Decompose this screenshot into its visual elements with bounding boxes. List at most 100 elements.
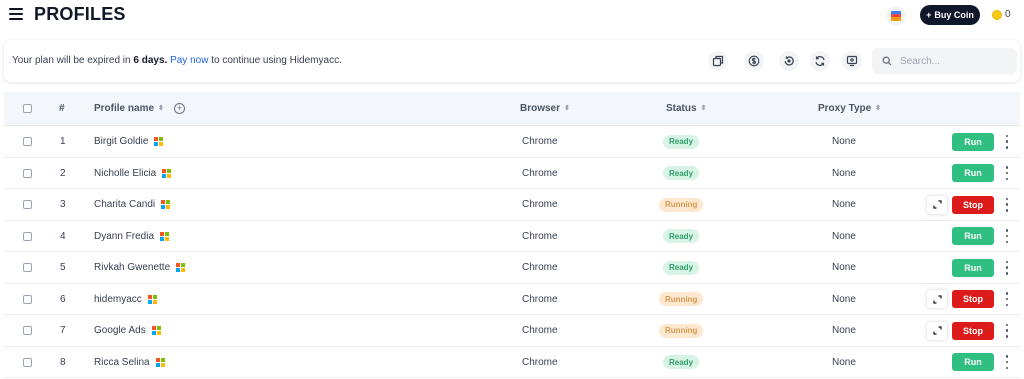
- stop-button[interactable]: Stop: [952, 189, 994, 220]
- table-row[interactable]: 4 Dyann Fredia Chrome Ready None Run: [4, 221, 1020, 252]
- search-box[interactable]: [872, 48, 1017, 74]
- status-badge: Ready: [663, 355, 700, 369]
- profile-name-cell[interactable]: Rivkah Gwenette: [94, 252, 186, 283]
- column-browser[interactable]: Browser ⬍: [520, 103, 570, 114]
- more-options-icon[interactable]: [1004, 221, 1010, 252]
- expand-icon: [932, 294, 942, 304]
- buy-coin-button[interactable]: + Buy Coin: [920, 5, 980, 25]
- profile-name-cell[interactable]: hidemyacc: [94, 284, 157, 315]
- more-options-icon[interactable]: [1004, 347, 1010, 378]
- table-row[interactable]: 8 Ricca Selina Chrome Ready None Run: [4, 347, 1020, 378]
- restore-icon[interactable]: [779, 51, 799, 71]
- expand-icon: [932, 326, 942, 335]
- action-label: Stop: [952, 290, 994, 308]
- row-checkbox[interactable]: [23, 315, 32, 346]
- row-checkbox[interactable]: [23, 158, 32, 189]
- column-index: #: [59, 103, 65, 114]
- proxy-type-value: None: [832, 293, 856, 305]
- coin-balance: 0: [992, 9, 1011, 20]
- table-row[interactable]: 6 hidemyacc Chrome Running None Stop: [4, 284, 1020, 315]
- run-button[interactable]: Run: [952, 158, 994, 189]
- more-options-icon[interactable]: [1004, 284, 1010, 315]
- status-badge: Ready: [663, 134, 700, 149]
- column-proxy-type[interactable]: Proxy Type ⬍: [818, 103, 881, 114]
- row-index: 2: [60, 167, 66, 179]
- profile-name-cell[interactable]: Charita Candi: [94, 189, 171, 220]
- add-column-icon[interactable]: +: [173, 103, 185, 114]
- table-row[interactable]: 7 Google Ads Chrome Running None Stop: [4, 315, 1020, 347]
- table-row[interactable]: 3 Charita Candi Chrome Running None Stop: [4, 189, 1020, 221]
- stop-button[interactable]: Stop: [952, 315, 994, 346]
- row-checkbox[interactable]: [23, 347, 32, 378]
- row-checkbox[interactable]: [23, 126, 32, 157]
- run-button[interactable]: Run: [952, 347, 994, 378]
- run-button[interactable]: Run: [952, 252, 994, 283]
- status-badge: Running: [659, 197, 704, 212]
- action-label: Stop: [952, 195, 994, 214]
- expand-icon: [932, 200, 942, 209]
- profile-name: Charita Candi: [94, 199, 156, 210]
- browser-value: Chrome: [522, 199, 558, 210]
- profile-name-cell[interactable]: Nicholle Elicia: [94, 158, 172, 189]
- action-label: Run: [952, 258, 994, 277]
- status-badge: Ready: [663, 260, 700, 275]
- status-cell: Running: [659, 284, 704, 315]
- column-profile-name-label: Profile name: [94, 103, 155, 114]
- expand-window-button[interactable]: [927, 284, 947, 315]
- gift-icon[interactable]: [886, 6, 906, 26]
- coin-count: 0: [1005, 9, 1011, 20]
- dollar-icon[interactable]: [744, 51, 764, 71]
- row-index: 3: [60, 199, 66, 210]
- profile-name: Ricca Selina: [94, 356, 150, 368]
- more-options-icon[interactable]: [1004, 252, 1010, 283]
- search-input[interactable]: [900, 55, 1000, 67]
- select-all-checkbox[interactable]: [23, 104, 32, 113]
- sort-icon: ⬍: [875, 105, 882, 112]
- status-cell: Ready: [663, 126, 700, 157]
- profile-name: Google Ads: [94, 325, 146, 336]
- windows-icon: [154, 137, 164, 146]
- row-checkbox[interactable]: [23, 284, 32, 315]
- stop-button[interactable]: Stop: [952, 284, 994, 315]
- more-options-icon[interactable]: [1004, 158, 1010, 189]
- status-cell: Running: [659, 315, 704, 346]
- table-row[interactable]: 5 Rivkah Gwenette Chrome Ready None Run: [4, 252, 1020, 284]
- table-row[interactable]: 1 Birgit Goldie Chrome Ready None Run: [4, 126, 1020, 158]
- refresh-icon[interactable]: [810, 51, 830, 71]
- profile-name-cell[interactable]: Birgit Goldie: [94, 126, 164, 157]
- page-title: PROFILES: [34, 4, 126, 24]
- expand-window-button[interactable]: [927, 315, 947, 346]
- screen-icon[interactable]: [842, 51, 862, 71]
- action-label: Run: [952, 132, 994, 151]
- proxy-type-value: None: [832, 230, 856, 242]
- profile-name-cell[interactable]: Google Ads: [94, 315, 161, 346]
- column-browser-label: Browser: [520, 103, 561, 114]
- row-index: 4: [60, 230, 66, 242]
- more-options-icon[interactable]: [1004, 315, 1010, 346]
- row-checkbox[interactable]: [23, 252, 32, 283]
- profile-name: Dyann Fredia: [94, 230, 155, 242]
- menu-icon[interactable]: [9, 8, 23, 20]
- column-status[interactable]: Status ⬍: [666, 103, 706, 114]
- more-options-icon[interactable]: [1004, 126, 1010, 157]
- profile-name-cell[interactable]: Ricca Selina: [94, 347, 165, 378]
- copy-icon[interactable]: [708, 51, 728, 71]
- column-profile-name[interactable]: Profile name ⬍ +: [94, 103, 185, 114]
- top-bar: PROFILES + Buy Coin 0: [0, 0, 1024, 34]
- notice-days: 6 days.: [133, 55, 168, 66]
- run-button[interactable]: Run: [952, 126, 994, 157]
- table-row[interactable]: 2 Nicholle Elicia Chrome Ready None Run: [4, 158, 1020, 189]
- row-checkbox[interactable]: [23, 189, 32, 220]
- expand-window-button[interactable]: [927, 189, 947, 220]
- run-button[interactable]: Run: [952, 221, 994, 252]
- row-checkbox[interactable]: [23, 221, 32, 252]
- pay-now-link[interactable]: Pay now: [170, 55, 208, 66]
- proxy-type-value: None: [832, 136, 856, 147]
- windows-icon: [176, 263, 186, 272]
- profile-name-cell[interactable]: Dyann Fredia: [94, 221, 170, 252]
- more-options-icon[interactable]: [1004, 189, 1010, 220]
- profile-name: Rivkah Gwenette: [94, 262, 171, 273]
- browser-value: Chrome: [522, 262, 558, 273]
- plus-icon: +: [926, 10, 932, 20]
- profile-name: Nicholle Elicia: [94, 167, 157, 179]
